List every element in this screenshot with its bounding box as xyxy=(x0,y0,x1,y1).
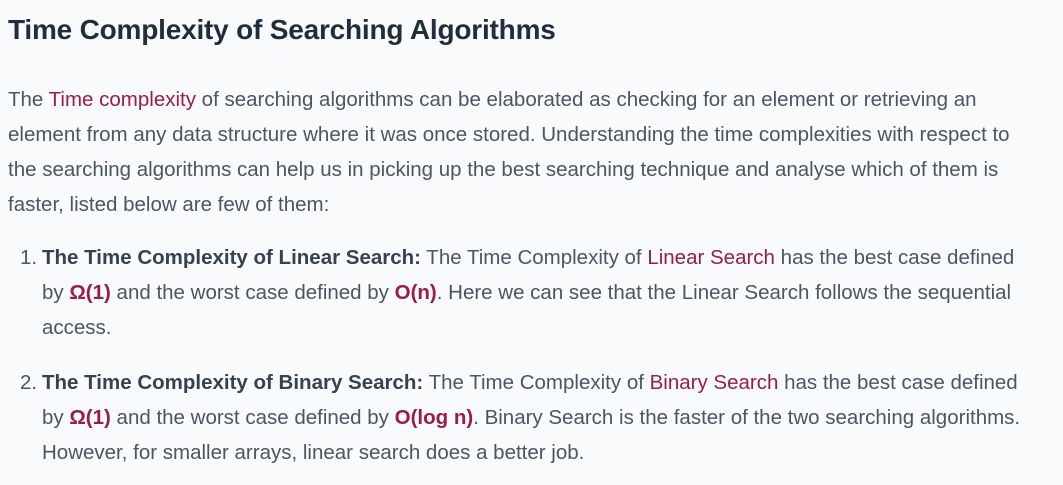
intro-paragraph: The Time complexity of searching algorit… xyxy=(8,82,1033,222)
binary-search-link[interactable]: Binary Search xyxy=(650,371,779,394)
list-item-number: 2. xyxy=(20,371,38,394)
best-case-notation: Ω(1) xyxy=(69,281,111,304)
time-complexity-link[interactable]: Time complexity xyxy=(49,88,196,111)
list-item-linear-search: 1. The Time Complexity of Linear Search:… xyxy=(20,240,1033,345)
list-item-heading: The Time Complexity of Binary Search: xyxy=(42,371,424,394)
article: Time Complexity of Searching Algorithms … xyxy=(0,12,1063,470)
linear-search-link[interactable]: Linear Search xyxy=(647,246,775,269)
worst-case-notation: O(log n) xyxy=(394,406,474,429)
list-item-text: and the worst case defined by xyxy=(110,281,395,304)
list-item-heading: The Time Complexity of Linear Search: xyxy=(42,246,421,269)
page-title: Time Complexity of Searching Algorithms xyxy=(8,14,556,45)
worst-case-notation: O(n) xyxy=(394,281,437,304)
list-item-text: The Time Complexity of xyxy=(423,371,650,394)
intro-prefix: The xyxy=(8,88,49,111)
list-item-text: and the worst case defined by xyxy=(110,406,395,429)
complexity-list: 1. The Time Complexity of Linear Search:… xyxy=(8,240,1033,470)
list-item-binary-search: 2. The Time Complexity of Binary Search:… xyxy=(20,365,1033,470)
list-item-text: The Time Complexity of xyxy=(420,246,648,269)
best-case-notation: Ω(1) xyxy=(69,406,111,429)
list-item-number: 1. xyxy=(20,246,38,269)
